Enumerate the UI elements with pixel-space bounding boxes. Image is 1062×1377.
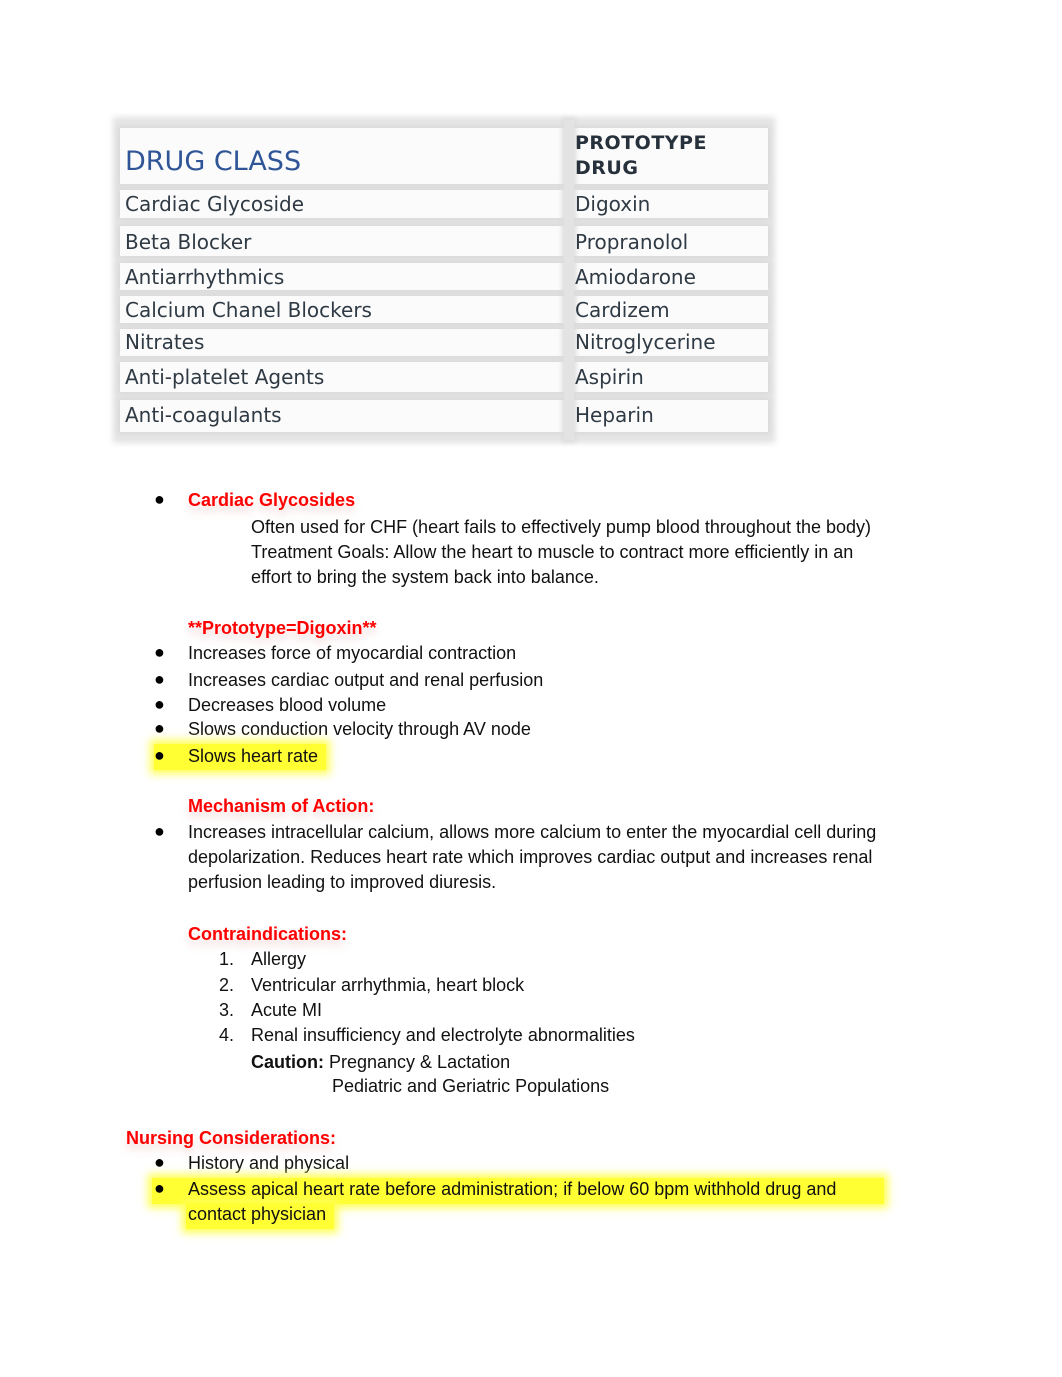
- contraindication-item: Allergy: [251, 949, 307, 969]
- effect-item: Decreases blood volume: [188, 695, 387, 715]
- prototype-cell: Heparin: [575, 403, 654, 427]
- bullet-icon: ●: [154, 489, 165, 509]
- prototype-cell: Cardizem: [575, 298, 670, 322]
- contraindication-item: Renal insufficiency and electrolyte abno…: [251, 1025, 635, 1045]
- contraindication-item: Ventricular arrhythmia, heart block: [251, 975, 525, 995]
- drug-class-cell: Anti-platelet Agents: [125, 365, 325, 389]
- bullet-icon: ●: [154, 669, 165, 689]
- mechanism-line: depolarization. Reduces heart rate which…: [188, 847, 873, 867]
- column-divider: [564, 120, 574, 440]
- contraindications-heading: Contraindications:: [188, 924, 348, 944]
- mechanism-line: Increases intracellular calcium, allows …: [188, 822, 877, 842]
- bullet-icon: ●: [154, 694, 165, 714]
- list-number: 3.: [219, 1000, 235, 1020]
- drug-class-cell: Nitrates: [125, 330, 205, 354]
- drug-class-cell: Calcium Chanel Blockers: [125, 298, 372, 322]
- bullet-icon: ●: [154, 1152, 165, 1172]
- contraindication-item: Acute MI: [251, 1000, 323, 1020]
- prototype-cell: Propranolol: [575, 230, 689, 254]
- bullet-icon: ●: [154, 718, 165, 738]
- section-heading-cardiac-glycosides: Cardiac Glycosides: [188, 490, 356, 510]
- effect-item: Slows conduction velocity through AV nod…: [188, 719, 531, 739]
- drug-class-cell: Antiarrhythmics: [125, 265, 285, 289]
- prototype-cell: Nitroglycerine: [575, 330, 716, 354]
- nursing-heading: Nursing Considerations:: [126, 1128, 337, 1148]
- list-number: 2.: [219, 975, 235, 995]
- list-number: 4.: [219, 1025, 235, 1045]
- effect-item: Increases force of myocardial contractio…: [188, 643, 517, 663]
- header-prototype-line2: DRUG: [575, 157, 639, 179]
- mechanism-line: perfusion leading to improved diuresis.: [188, 872, 497, 892]
- drug-class-cell: Anti-coagulants: [125, 403, 282, 427]
- nursing-item-highlighted-cont: contact physician: [188, 1204, 327, 1224]
- prototype-cell: Digoxin: [575, 192, 651, 216]
- nursing-item: History and physical: [188, 1153, 350, 1173]
- header-prototype-line1: PROTOTYPE: [575, 132, 707, 154]
- description-line: Often used for CHF (heart fails to effec…: [251, 517, 872, 537]
- effect-item: Increases cardiac output and renal perfu…: [188, 670, 544, 690]
- caution-label: Caution:: [251, 1052, 324, 1072]
- drug-class-cell: Beta Blocker: [125, 230, 252, 254]
- list-number: 1.: [219, 949, 235, 969]
- description-line: effort to bring the system back into bal…: [251, 567, 599, 587]
- prototype-heading: **Prototype=Digoxin**: [188, 618, 377, 638]
- drug-class-cell: Cardiac Glycoside: [125, 192, 305, 216]
- bullet-icon: ●: [154, 1178, 165, 1198]
- bullet-icon: ●: [154, 745, 165, 765]
- caution-line: Pregnancy & Lactation: [329, 1052, 511, 1072]
- prototype-cell: Aspirin: [575, 365, 644, 389]
- description-line: Treatment Goals: Allow the heart to musc…: [251, 542, 854, 562]
- caution-line: Pediatric and Geriatric Populations: [332, 1076, 610, 1096]
- bullet-icon: ●: [154, 821, 165, 841]
- mechanism-heading: Mechanism of Action:: [188, 796, 375, 816]
- bullet-icon: ●: [154, 642, 165, 662]
- nursing-item-highlighted: Assess apical heart rate before administ…: [188, 1179, 837, 1199]
- effect-item-highlighted: Slows heart rate: [188, 746, 319, 766]
- prototype-cell: Amiodarone: [575, 265, 696, 289]
- header-drug-class: DRUG CLASS: [125, 146, 302, 177]
